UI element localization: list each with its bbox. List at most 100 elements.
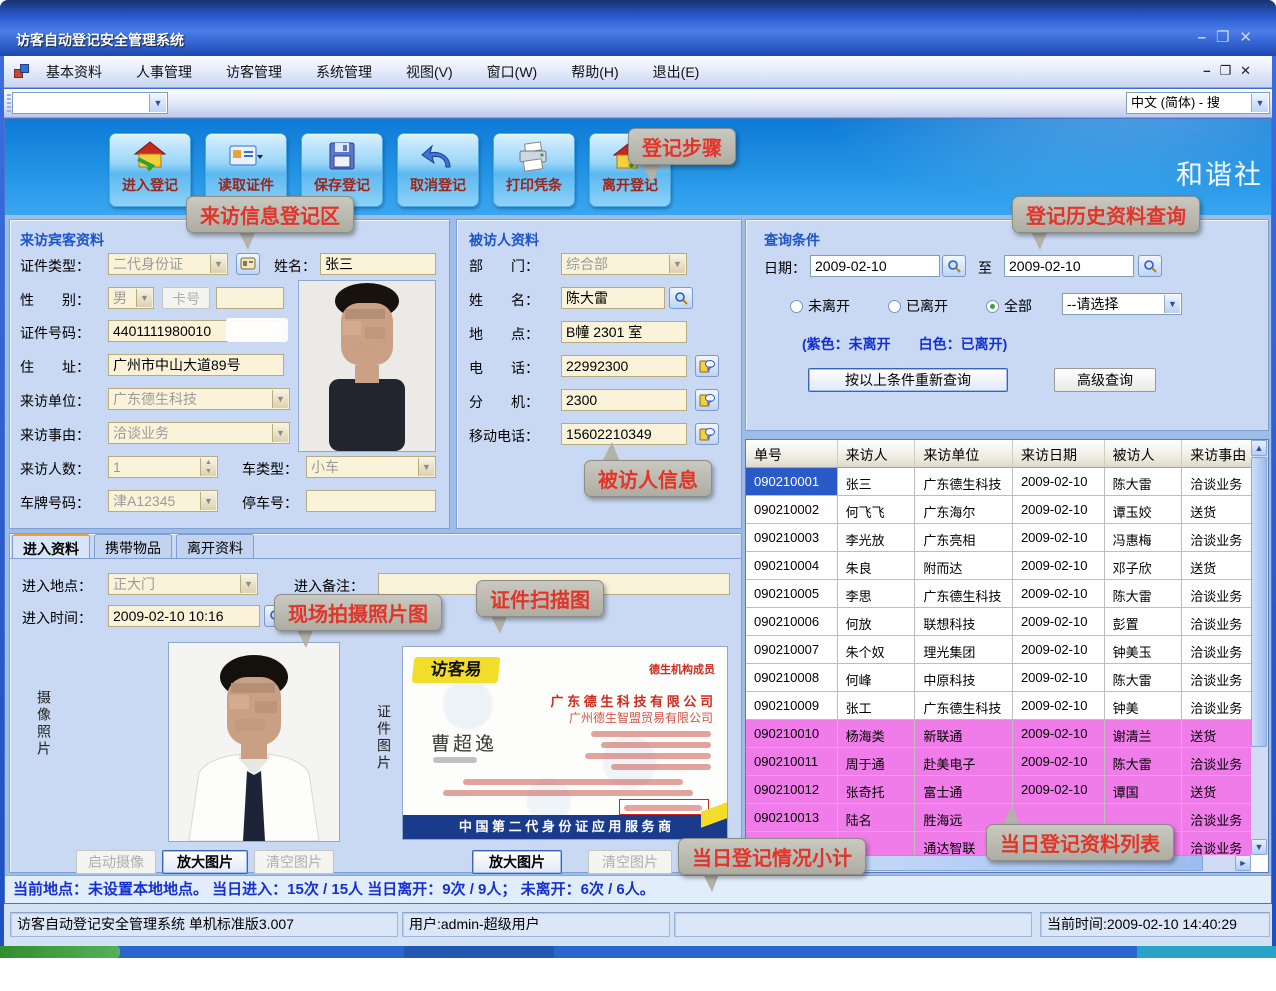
radio-all[interactable]: 全部: [986, 296, 1032, 316]
table-cell[interactable]: 彭置: [1105, 608, 1183, 635]
reason-combo[interactable]: 洽谈业务▼: [108, 422, 290, 444]
minimize-button[interactable]: –: [1198, 29, 1216, 46]
table-cell[interactable]: 090210008: [746, 664, 838, 691]
table-cell[interactable]: 广东德生科技: [915, 692, 1013, 719]
quick-combo[interactable]: ▼: [12, 92, 168, 114]
menu-item-exit[interactable]: 退出(E): [649, 60, 704, 84]
table-cell[interactable]: 张奇托: [838, 776, 916, 803]
language-combo[interactable]: 中文 (简体) - 搜▼: [1126, 92, 1270, 114]
card-reader-button[interactable]: [236, 253, 260, 275]
table-cell[interactable]: 送货: [1182, 776, 1251, 803]
table-cell[interactable]: 理光集团: [915, 636, 1013, 663]
start-camera-button[interactable]: 启动摄像: [76, 850, 156, 874]
table-cell[interactable]: 090210013: [746, 804, 838, 831]
table-cell[interactable]: 陈大雷: [1105, 748, 1183, 775]
vehicle-type-combo[interactable]: 小车▼: [306, 456, 436, 478]
table-cell[interactable]: 广东德生科技: [915, 580, 1013, 607]
cert-type-combo[interactable]: 二代身份证▼: [108, 253, 228, 275]
menu-item-visitor[interactable]: 访客管理: [222, 60, 286, 84]
table-cell[interactable]: 2009-02-10: [1013, 608, 1105, 635]
chevron-down-icon[interactable]: ▼: [210, 255, 226, 273]
chevron-down-icon[interactable]: ▼: [418, 458, 434, 476]
card-no-field[interactable]: [216, 287, 284, 309]
mdi-close-button[interactable]: ✕: [1240, 63, 1260, 78]
table-cell[interactable]: 广东德生科技: [915, 468, 1013, 495]
table-cell[interactable]: 2009-02-10: [1013, 692, 1105, 719]
table-cell[interactable]: 李思: [838, 580, 916, 607]
search-person-button[interactable]: [669, 287, 693, 309]
table-cell[interactable]: 中原科技: [915, 664, 1013, 691]
table-cell[interactable]: 090210002: [746, 496, 838, 523]
radio-icon[interactable]: [790, 300, 803, 313]
table-cell[interactable]: 洽谈业务: [1182, 608, 1251, 635]
chevron-down-icon[interactable]: ▼: [272, 390, 288, 408]
advanced-query-button[interactable]: 高级查询: [1054, 368, 1156, 392]
table-row[interactable]: 090210003李光放广东亮相2009-02-10冯惠梅洽谈业务: [746, 524, 1251, 552]
table-cell[interactable]: 2009-02-10: [1013, 524, 1105, 551]
table-cell[interactable]: 090210009: [746, 692, 838, 719]
table-cell[interactable]: 090210003: [746, 524, 838, 551]
radio-icon[interactable]: [888, 300, 901, 313]
chevron-down-icon[interactable]: ▼: [149, 94, 166, 112]
table-cell[interactable]: 洽谈业务: [1182, 748, 1251, 775]
table-cell[interactable]: 2009-02-10: [1013, 496, 1105, 523]
table-cell[interactable]: 洽谈业务: [1182, 524, 1251, 551]
table-cell[interactable]: 富士通: [915, 776, 1013, 803]
table-cell[interactable]: 陈大雷: [1105, 580, 1183, 607]
enter-register-button[interactable]: 进入登记: [109, 133, 191, 207]
table-cell[interactable]: 何飞飞: [838, 496, 916, 523]
table-cell[interactable]: 2009-02-10: [1013, 636, 1105, 663]
table-cell[interactable]: 洽谈业务: [1182, 636, 1251, 663]
visitor-name-field[interactable]: 张三: [320, 253, 436, 275]
date-from-field[interactable]: 2009-02-10: [810, 255, 940, 277]
chevron-down-icon[interactable]: ▼: [136, 289, 152, 307]
menu-item-hr[interactable]: 人事管理: [132, 60, 196, 84]
table-cell[interactable]: 090210011: [746, 748, 838, 775]
gender-combo[interactable]: 男▼: [108, 287, 154, 309]
table-cell[interactable]: 朱个奴: [838, 636, 916, 663]
table-cell[interactable]: 附而达: [915, 552, 1013, 579]
ext-field[interactable]: 2300: [561, 389, 687, 411]
table-cell[interactable]: 冯惠梅: [1105, 524, 1183, 551]
table-cell[interactable]: 090210007: [746, 636, 838, 663]
table-cell[interactable]: 张工: [838, 692, 916, 719]
table-cell[interactable]: 洽谈业务: [1182, 468, 1251, 495]
table-cell[interactable]: 090210006: [746, 608, 838, 635]
cancel-register-button[interactable]: 取消登记: [397, 133, 479, 207]
menu-item-help[interactable]: 帮助(H): [567, 60, 622, 84]
dial-ext-button[interactable]: [695, 389, 719, 411]
chevron-down-icon[interactable]: ▼: [240, 575, 256, 593]
zoom-photo-button[interactable]: 放大图片: [162, 850, 248, 874]
col-header-visitor[interactable]: 来访人: [838, 440, 916, 467]
col-header-id[interactable]: 单号: [746, 440, 838, 467]
mobile-field[interactable]: 15602210349: [561, 423, 687, 445]
table-cell[interactable]: 送货: [1182, 552, 1251, 579]
entry-place-combo[interactable]: 正大门▼: [108, 573, 258, 595]
requery-button[interactable]: 按以上条件重新查询: [808, 368, 1008, 392]
table-row[interactable]: 090210005李思广东德生科技2009-02-10陈大雷洽谈业务: [746, 580, 1251, 608]
table-row[interactable]: 090210004朱良附而达2009-02-10邓子欣送货: [746, 552, 1251, 580]
table-row[interactable]: 090210012张奇托富士通2009-02-10谭国送货: [746, 776, 1251, 804]
table-cell[interactable]: 送货: [1182, 496, 1251, 523]
company-combo[interactable]: 广东德生科技▼: [108, 388, 290, 410]
location-field[interactable]: B幢 2301 室: [561, 321, 687, 343]
table-cell[interactable]: 090210001: [746, 468, 838, 495]
tab-carried-items[interactable]: 携带物品: [94, 534, 172, 558]
table-cell[interactable]: 邓子欣: [1105, 552, 1183, 579]
dial-mobile-button[interactable]: [695, 423, 719, 445]
table-cell[interactable]: 2009-02-10: [1013, 552, 1105, 579]
table-cell[interactable]: 2009-02-10: [1013, 720, 1105, 747]
visited-name-field[interactable]: 陈大雷: [561, 287, 665, 309]
mdi-minimize-button[interactable]: –: [1203, 63, 1219, 78]
table-cell[interactable]: 谭玉姣: [1105, 496, 1183, 523]
menu-item-view[interactable]: 视图(V): [402, 60, 457, 84]
table-cell[interactable]: 洽谈业务: [1182, 804, 1251, 831]
col-header-reason[interactable]: 来访事由: [1182, 440, 1251, 467]
tab-leave-info[interactable]: 离开资料: [176, 534, 254, 558]
clear-photo-button[interactable]: 清空图片: [254, 850, 334, 874]
table-cell[interactable]: 2009-02-10: [1013, 580, 1105, 607]
taskbar-window-button[interactable]: [404, 946, 554, 958]
col-header-company[interactable]: 来访单位: [915, 440, 1013, 467]
table-cell[interactable]: 2009-02-10: [1013, 664, 1105, 691]
chevron-down-icon[interactable]: ▼: [272, 424, 288, 442]
